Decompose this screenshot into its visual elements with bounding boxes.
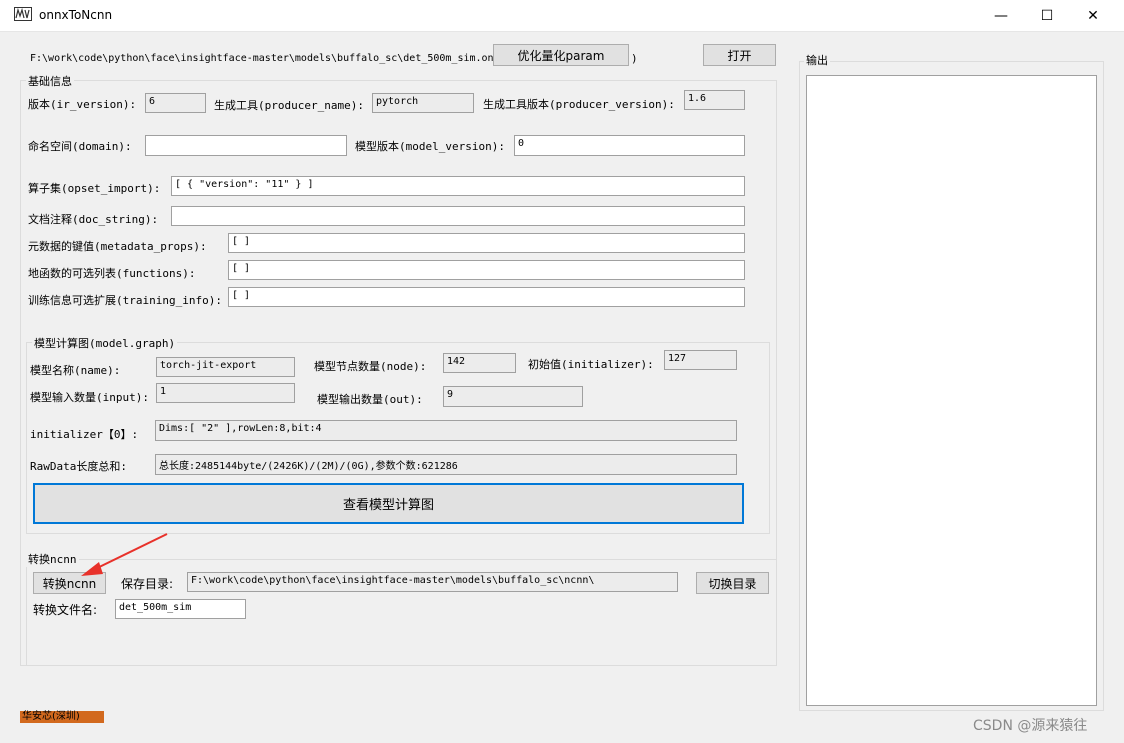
domain-field[interactable] [145,135,347,156]
training-info-field[interactable]: [ ] [228,287,745,307]
output-textarea[interactable] [806,75,1097,706]
node-count-label: 模型节点数量(node): [314,360,427,373]
functions-label: 地函数的可选列表(functions): [28,267,196,280]
metadata-label: 元数据的键值(metadata_props): [28,240,207,253]
graph-name-label: 模型名称(name): [30,364,121,377]
model-version-field[interactable]: 0 [514,135,745,156]
producer-name-field[interactable]: pytorch [372,93,474,113]
functions-field[interactable]: [ ] [228,260,745,280]
maximize-button[interactable]: ☐ [1024,0,1070,31]
model-graph-title: 模型计算图(model.graph) [32,335,178,351]
training-info-label: 训练信息可选扩展(training_info): [28,294,222,307]
model-version-label: 模型版本(model_version): [355,140,505,153]
watermark-text: CSDN @源来猿往 [973,718,1088,734]
output-count-field[interactable]: 9 [443,386,583,407]
domain-label: 命名空间(domain): [28,140,132,153]
red-arrow-icon [81,533,168,576]
doc-string-label: 文档注释(doc_string): [28,213,159,226]
quantize-param-button[interactable]: 优化量化param [493,44,629,66]
output-count-label: 模型输出数量(out): [317,393,423,406]
graph-name-field[interactable]: torch-jit-export [156,357,295,377]
initializer-label: 初始值(initializer): [528,358,654,371]
initializer0-field[interactable]: Dims:[ "2" ],rowLen:8,bit:4 [155,420,737,441]
close-paren: ) [631,52,638,65]
initializer-field[interactable]: 127 [664,350,737,370]
opset-label: 算子集(opset_import): [28,182,161,195]
rawdata-label: RawData长度总和: [30,460,127,473]
producer-name-label: 生成工具(producer_name): [214,99,364,112]
basic-info-title: 基础信息 [26,73,74,89]
rawdata-field[interactable]: 总长度:2485144byte/(2426K)/(2M)/(0G),参数个数:6… [155,454,737,475]
producer-version-field[interactable]: 1.6 [684,90,745,110]
company-label: 华安芯(深圳) [20,711,104,723]
filename-label: 转换文件名: [33,603,98,617]
open-button[interactable]: 打开 [703,44,776,66]
input-count-label: 模型输入数量(input): [30,391,149,404]
opset-field[interactable]: [ { "version": "11" } ] [171,176,745,196]
close-button[interactable]: ✕ [1070,0,1116,31]
view-graph-button[interactable]: 查看模型计算图 [33,483,744,524]
switch-dir-button[interactable]: 切换目录 [696,572,769,594]
producer-version-label: 生成工具版本(producer_version): [483,98,675,111]
metadata-field[interactable]: [ ] [228,233,745,253]
ir-version-label: 版本(ir_version): [28,98,137,111]
title-bar [0,0,1124,32]
convert-ncnn-title: 转换ncnn [26,551,79,567]
save-dir-field[interactable]: F:\work\code\python\face\insightface-mas… [187,572,678,592]
input-count-field[interactable]: 1 [156,383,295,403]
doc-string-field[interactable] [171,206,745,226]
filename-field[interactable]: det_500m_sim [115,599,246,619]
output-title: 输出 [804,52,830,68]
initializer0-label: initializer【0】: [30,428,139,441]
node-count-field[interactable]: 142 [443,353,516,373]
minimize-button[interactable]: — [978,0,1024,31]
model-path-text: F:\work\code\python\face\insightface-mas… [30,53,500,64]
app-icon [14,7,32,21]
window-title: onnxToNcnn [39,8,113,22]
ir-version-field[interactable]: 6 [145,93,206,113]
